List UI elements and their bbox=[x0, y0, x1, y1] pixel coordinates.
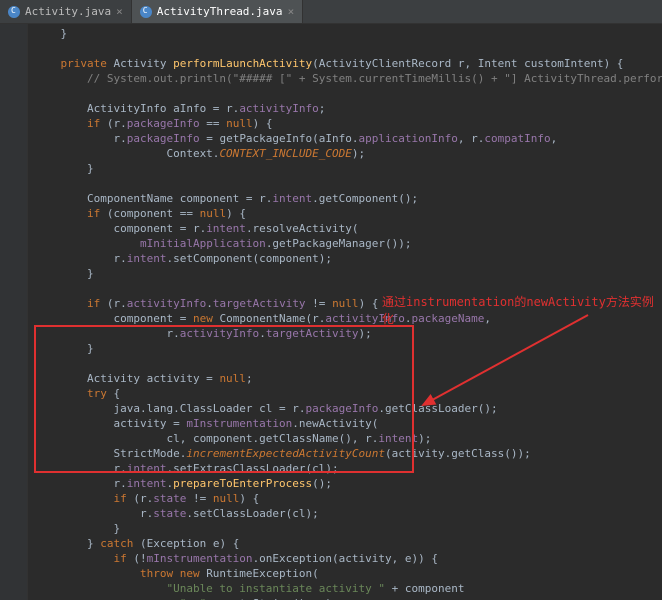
code-line[interactable]: mInitialApplication.getPackageManager())… bbox=[34, 236, 662, 251]
code-line[interactable]: } bbox=[34, 26, 662, 41]
code-line[interactable]: if (!mInstrumentation.onException(activi… bbox=[34, 551, 662, 566]
tab-activitythread-java[interactable]: ActivityThread.java × bbox=[132, 0, 303, 23]
code-line[interactable]: r.intent.prepareToEnterProcess(); bbox=[34, 476, 662, 491]
code-line[interactable]: } bbox=[34, 161, 662, 176]
code-line[interactable]: if (component == null) { bbox=[34, 206, 662, 221]
tab-activity-java[interactable]: Activity.java × bbox=[0, 0, 132, 23]
code-line[interactable]: if (r.state != null) { bbox=[34, 491, 662, 506]
code-line[interactable] bbox=[34, 356, 662, 371]
code-line[interactable]: if (r.packageInfo == null) { bbox=[34, 116, 662, 131]
code-line[interactable]: ActivityInfo aInfo = r.activityInfo; bbox=[34, 101, 662, 116]
code-line[interactable]: } bbox=[34, 341, 662, 356]
code-line[interactable]: throw new RuntimeException( bbox=[34, 566, 662, 581]
close-icon[interactable]: × bbox=[288, 5, 295, 18]
code-line[interactable]: StrictMode.incrementExpectedActivityCoun… bbox=[34, 446, 662, 461]
code-line[interactable]: } bbox=[34, 266, 662, 281]
code-line[interactable]: // System.out.println("##### [" + System… bbox=[34, 71, 662, 86]
java-class-icon bbox=[140, 6, 152, 18]
code-line[interactable]: r.packageInfo = getPackageInfo(aInfo.app… bbox=[34, 131, 662, 146]
code-line[interactable]: r.activityInfo.targetActivity); bbox=[34, 326, 662, 341]
code-line[interactable] bbox=[34, 41, 662, 56]
code-line[interactable] bbox=[34, 176, 662, 191]
code-line[interactable]: r.intent.setComponent(component); bbox=[34, 251, 662, 266]
tab-bar: Activity.java × ActivityThread.java × bbox=[0, 0, 662, 24]
code-line[interactable]: try { bbox=[34, 386, 662, 401]
code-line[interactable]: component = r.intent.resolveActivity( bbox=[34, 221, 662, 236]
code-line[interactable]: private Activity performLaunchActivity(A… bbox=[34, 56, 662, 71]
code-line[interactable]: } catch (Exception e) { bbox=[34, 536, 662, 551]
annotation-text: 通过instrumentation的newActivity方法实例化 bbox=[382, 293, 662, 327]
tab-label: Activity.java bbox=[25, 5, 111, 18]
tab-label: ActivityThread.java bbox=[157, 5, 283, 18]
code-line[interactable]: r.state.setClassLoader(cl); bbox=[34, 506, 662, 521]
code-line[interactable]: Context.CONTEXT_INCLUDE_CODE); bbox=[34, 146, 662, 161]
code-line[interactable]: java.lang.ClassLoader cl = r.packageInfo… bbox=[34, 401, 662, 416]
java-class-icon bbox=[8, 6, 20, 18]
code-line[interactable]: ComponentName component = r.intent.getCo… bbox=[34, 191, 662, 206]
gutter[interactable] bbox=[0, 24, 28, 600]
code-line[interactable]: } bbox=[34, 521, 662, 536]
code-line[interactable] bbox=[34, 86, 662, 101]
code-line[interactable]: cl, component.getClassName(), r.intent); bbox=[34, 431, 662, 446]
code-line[interactable]: + ": " + e.toString(), e); bbox=[34, 596, 662, 600]
code-line[interactable]: Activity activity = null; bbox=[34, 371, 662, 386]
code-line[interactable]: activity = mInstrumentation.newActivity( bbox=[34, 416, 662, 431]
code-line[interactable]: "Unable to instantiate activity " + comp… bbox=[34, 581, 662, 596]
close-icon[interactable]: × bbox=[116, 5, 123, 18]
code-line[interactable]: r.intent.setExtrasClassLoader(cl); bbox=[34, 461, 662, 476]
